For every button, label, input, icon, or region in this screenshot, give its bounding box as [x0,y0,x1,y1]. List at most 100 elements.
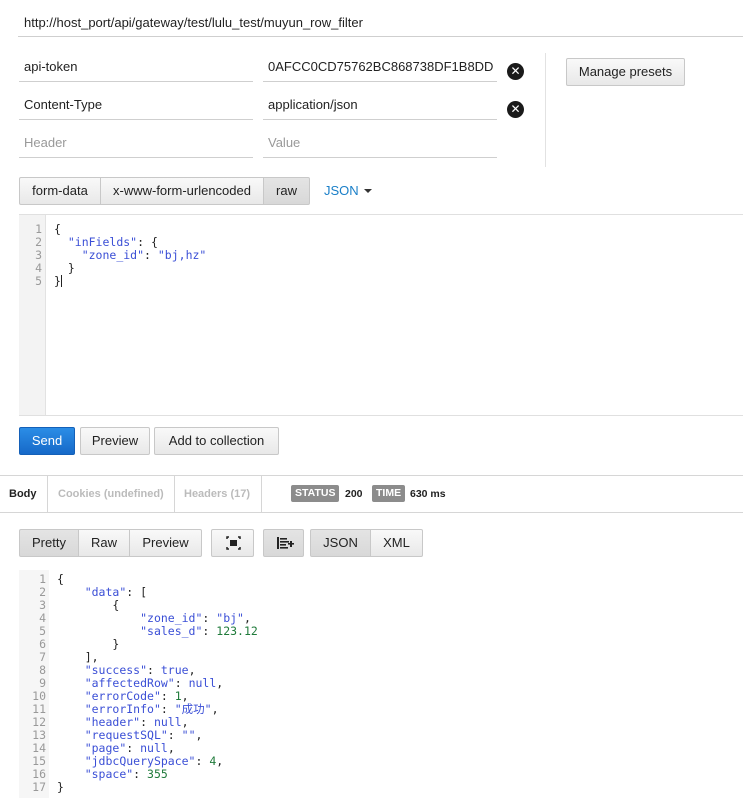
divider [261,476,262,513]
json-number: 355 [147,767,168,781]
code-punct: , [211,702,219,716]
code-punct: : [167,728,182,742]
wrap-lines-icon [277,537,294,549]
json-key: "header" [84,715,141,729]
tab-headers[interactable]: Headers (17) [184,476,250,513]
code-punct [54,235,68,249]
code-line: } [57,781,258,794]
value-placeholder: Value [268,135,301,150]
preview-button[interactable]: Preview [80,427,150,455]
code-punct: { [54,222,61,236]
code-line: } [54,262,206,275]
code-punct: , [188,663,196,677]
tab-form-data[interactable]: form-data [19,177,101,205]
tab-pretty[interactable]: Pretty [19,529,79,557]
line-numbers: 12345 [19,223,42,288]
time-badge: TIME [372,485,406,502]
code-punct [54,248,82,262]
divider [47,476,48,513]
header-key-1[interactable]: api-token [19,52,253,82]
body-type-label: JSON [324,183,359,198]
json-key: "sales_d" [140,624,203,638]
code-punct: : [202,611,217,625]
code-punct: { [57,572,64,586]
request-code: { "inFields": { "zone_id": "bj,hz" }} [54,223,206,288]
code-punct: : { [137,235,158,249]
code-string: "zone_id" [81,248,145,262]
code-punct: } [54,261,75,275]
code-punct: , [181,689,189,703]
json-key: "page" [84,741,127,755]
code-string: "bj,hz" [157,248,207,262]
code-punct: , [195,728,203,742]
tab-preview-response[interactable]: Preview [130,529,202,557]
json-key: "jdbcQuerySpace" [84,754,196,768]
tab-cookies[interactable]: Cookies (undefined) [58,476,164,513]
body-type-tabs: form-data x-www-form-urlencoded raw [19,177,310,205]
fullscreen-icon [226,536,241,550]
tab-xml[interactable]: XML [371,529,423,557]
header-value-input[interactable]: Value [263,128,497,158]
tab-x-www-form-urlencoded[interactable]: x-www-form-urlencoded [101,177,264,205]
json-number: 123.12 [216,624,258,638]
tab-raw-response[interactable]: Raw [79,529,130,557]
header-key-input[interactable]: Header [19,128,253,158]
tab-body[interactable]: Body [9,476,37,513]
response-body: { "data": [ { "zone_id": "bj", "sales_d"… [57,573,258,794]
json-key: "affectedRow" [84,676,175,690]
body-type-dropdown[interactable]: JSON [324,183,372,198]
json-value: "成功" [174,702,212,716]
code-punct: , [216,676,224,690]
manage-presets-button[interactable]: Manage presets [566,58,685,86]
send-button[interactable]: Send [19,427,75,455]
tab-raw[interactable]: raw [264,177,310,205]
header-value-1-text: 0AFCC0CD75762BC868738DF1B8DD [268,59,494,74]
code-line: "zone_id": "bj,hz" [54,248,207,262]
code-punct: : [144,248,158,262]
code-punct: : [133,767,148,781]
line-number: 17 [32,780,46,794]
code-punct: : [160,689,175,703]
header-placeholder: Header [24,135,67,150]
header-value-1[interactable]: 0AFCC0CD75762BC868738DF1B8DD [263,52,497,82]
header-value-2[interactable]: application/json [263,90,497,120]
code-punct: : [202,624,217,638]
header-key-2[interactable]: Content-Type [19,90,253,120]
header-value-2-text: application/json [268,97,358,112]
url-input[interactable]: http://host_port/api/gateway/test/lulu_t… [18,9,743,37]
code-punct: : [147,663,161,677]
wrap-lines-button[interactable] [263,529,304,557]
json-value: null [153,715,182,729]
code-line: } [54,275,206,288]
circle-x-icon[interactable]: ✕ [507,63,524,80]
time-value: 630 ms [410,488,446,500]
code-punct: } [57,780,64,794]
fullscreen-button[interactable] [211,529,254,557]
json-key: "success" [84,663,148,677]
circle-x-icon[interactable]: ✕ [507,101,524,118]
request-body-editor[interactable]: 12345 { "inFields": { "zone_id": "bj,hz"… [19,214,743,416]
line-number: 5 [35,274,42,288]
json-key: "zone_id" [140,611,203,625]
code-punct: : [140,715,154,729]
code-punct: ], [84,650,99,664]
code-punct: : [160,702,175,716]
code-punct: : [195,754,210,768]
status-badge: STATUS [291,485,340,502]
text-cursor [60,275,62,287]
add-to-collection-button[interactable]: Add to collection [154,427,279,455]
json-key: "errorCode" [84,689,161,703]
tab-json[interactable]: JSON [310,529,371,557]
